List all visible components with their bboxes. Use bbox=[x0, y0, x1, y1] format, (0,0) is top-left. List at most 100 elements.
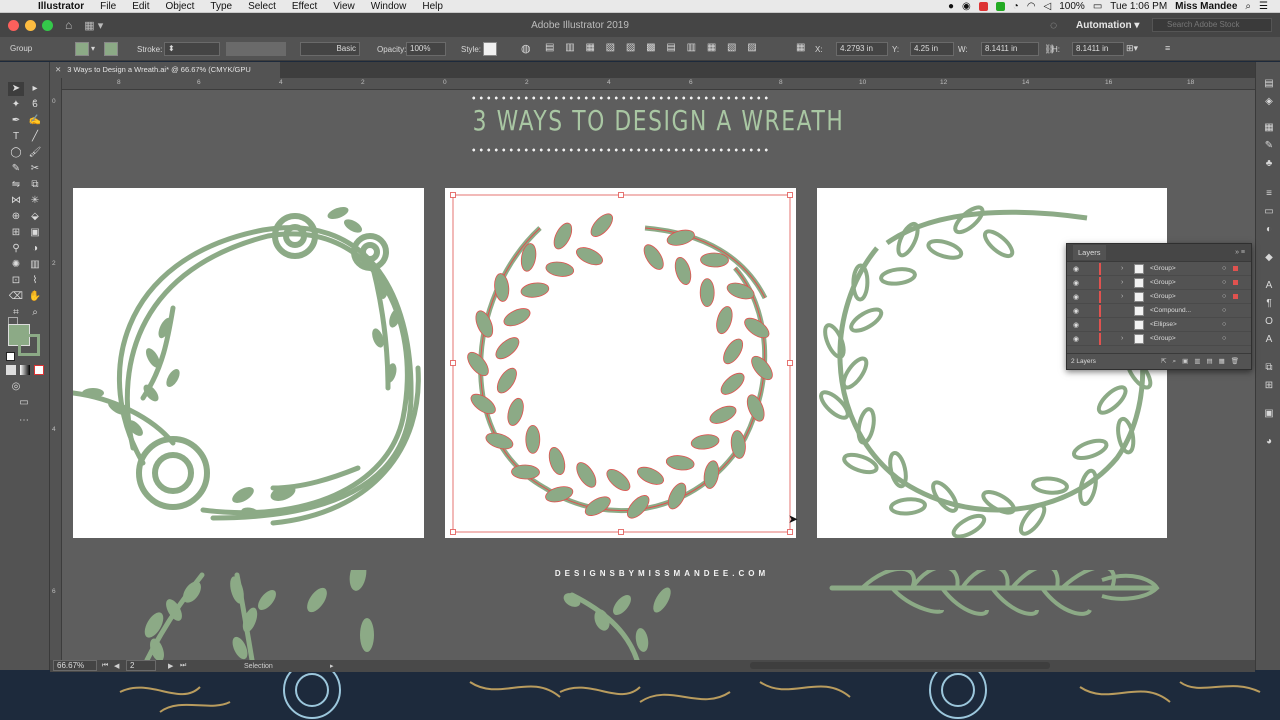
horizontal-scrollbar[interactable] bbox=[750, 662, 1050, 669]
next-artboard-icon[interactable]: ▶ bbox=[168, 662, 173, 670]
target-circle-icon[interactable]: ○ bbox=[1222, 293, 1226, 300]
artboard-1[interactable] bbox=[70, 188, 424, 538]
hand-tool-icon[interactable]: ✋ bbox=[27, 290, 43, 304]
workspace-switcher[interactable]: Automation ▾ bbox=[1076, 20, 1139, 31]
paintbrush-tool-icon[interactable]: 🖌 bbox=[27, 146, 43, 160]
opentype-panel-icon[interactable]: O bbox=[1261, 316, 1277, 330]
eyedropper-tool-icon[interactable]: ⚲ bbox=[8, 242, 24, 256]
menu-window[interactable]: Window bbox=[363, 1, 415, 12]
layer-row[interactable]: ◉ › <Group> ○ bbox=[1067, 276, 1251, 290]
appearance-panel-icon[interactable]: ◕ bbox=[1261, 436, 1277, 450]
layer-actions-icons[interactable]: ⇱⌕▣▥▤▦🗑 bbox=[1161, 357, 1245, 366]
layer-row[interactable]: ◉ › <Group> ○ bbox=[1067, 290, 1251, 304]
layer-name[interactable]: <Group> bbox=[1150, 279, 1176, 286]
color-mode-icon[interactable] bbox=[6, 365, 16, 375]
character-panel-icon[interactable]: A bbox=[1261, 280, 1277, 294]
brush-definition[interactable]: Basic bbox=[300, 42, 360, 56]
draw-normal-icon[interactable]: ◎ bbox=[8, 380, 24, 394]
user-name[interactable]: Miss Mandee bbox=[1175, 1, 1237, 12]
menu-type[interactable]: Type bbox=[202, 1, 240, 12]
ellipse-tool-icon[interactable]: ◯ bbox=[8, 146, 24, 160]
layer-name[interactable]: <Group> bbox=[1150, 335, 1176, 342]
stroke-color-box[interactable] bbox=[18, 334, 40, 356]
pathfinder-panel-icon[interactable]: ▣ bbox=[1261, 408, 1277, 422]
horizontal-ruler[interactable]: 8 6 4 2 0 2 4 6 8 10 12 14 16 18 bbox=[62, 78, 1255, 90]
align-panel-icon[interactable]: ⧉ bbox=[1261, 362, 1277, 376]
menu-list-icon[interactable]: ☰ bbox=[1259, 1, 1268, 12]
layer-row[interactable]: ◉ <Compound... ○ bbox=[1067, 304, 1251, 318]
symbols-panel-icon[interactable]: ♣ bbox=[1261, 158, 1277, 172]
pencil-tool-icon[interactable]: ✎ bbox=[8, 162, 24, 176]
lasso-tool-icon[interactable]: ϐ bbox=[27, 98, 43, 112]
zoom-tool-icon[interactable]: ⌕ bbox=[27, 306, 43, 320]
expand-chevron-icon[interactable]: › bbox=[1121, 335, 1123, 342]
height-input[interactable]: 8.1411 in bbox=[1072, 42, 1124, 56]
pen-tool-icon[interactable]: ✒ bbox=[8, 114, 24, 128]
recolor-artwork-icon[interactable]: ◍ bbox=[521, 42, 531, 55]
canvas[interactable]: 3 WAYS TO DESIGN A WREATH ➤ DESIGNSBYMIS… bbox=[62, 90, 1255, 660]
creative-cloud-icon[interactable]: ◉ bbox=[962, 1, 971, 12]
fill-dropdown-icon[interactable]: ▾ bbox=[91, 44, 95, 53]
opacity-input[interactable]: 100% bbox=[406, 42, 446, 56]
target-circle-icon[interactable]: ○ bbox=[1222, 335, 1226, 342]
visibility-eye-icon[interactable]: ◉ bbox=[1073, 335, 1079, 343]
selection-tool-icon[interactable]: ➤ bbox=[8, 82, 24, 96]
type-tool-icon[interactable]: T bbox=[8, 130, 24, 144]
align-icons[interactable]: ▤ ▥ ▦ ▧ ▨ ▩ ▤ ▥ ▦ ▧ ▨ bbox=[545, 42, 761, 53]
status-menu-icon[interactable]: ▸ bbox=[330, 662, 334, 670]
artboard-number-input[interactable]: 2 bbox=[126, 660, 156, 671]
target-circle-icon[interactable]: ○ bbox=[1222, 279, 1226, 286]
swatches-panel-icon[interactable]: ▦ bbox=[1261, 122, 1277, 136]
zoom-level-dropdown[interactable]: 66.67% bbox=[53, 660, 97, 671]
scissors-tool-icon[interactable]: ✂ bbox=[27, 162, 43, 176]
stroke-weight-input[interactable]: ⬍ bbox=[164, 42, 220, 56]
line-tool-icon[interactable]: ╱ bbox=[27, 130, 43, 144]
scale-tool-icon[interactable]: ⧉ bbox=[27, 178, 43, 192]
first-artboard-icon[interactable]: ⏮ bbox=[102, 662, 108, 670]
gradient-tool-icon[interactable]: ▣ bbox=[27, 226, 43, 240]
graphic-style-swatch[interactable] bbox=[483, 42, 497, 56]
menu-select[interactable]: Select bbox=[240, 1, 284, 12]
gradient-panel-icon[interactable]: ▭ bbox=[1261, 206, 1277, 220]
direct-selection-tool-icon[interactable]: ▸ bbox=[27, 82, 43, 96]
menu-effect[interactable]: Effect bbox=[284, 1, 325, 12]
app-red-icon[interactable] bbox=[978, 1, 988, 11]
puppet-warp-tool-icon[interactable]: ✳ bbox=[27, 194, 43, 208]
transform-options-icon[interactable]: ⊞▾ bbox=[1126, 43, 1138, 54]
target-circle-icon[interactable]: ○ bbox=[1222, 265, 1226, 272]
reflect-tool-icon[interactable]: ⇋ bbox=[8, 178, 24, 192]
document-tab[interactable]: ✕ 3 Ways to Design a Wreath.ai* @ 66.67% … bbox=[50, 62, 280, 90]
visibility-eye-icon[interactable]: ◉ bbox=[1073, 307, 1079, 315]
libraries-panel-icon[interactable]: ◈ bbox=[1261, 96, 1277, 110]
brushes-panel-icon[interactable]: ✎ bbox=[1261, 140, 1277, 154]
menu-file[interactable]: File bbox=[92, 1, 124, 12]
menu-app-name[interactable]: Illustrator bbox=[30, 1, 92, 12]
menu-object[interactable]: Object bbox=[157, 1, 202, 12]
record-icon[interactable]: ● bbox=[948, 1, 954, 12]
layers-panel-icon[interactable]: ◆ bbox=[1261, 252, 1277, 266]
artboard-2[interactable] bbox=[445, 188, 796, 538]
layer-row[interactable]: ◉ › <Group> ○ bbox=[1067, 262, 1251, 276]
layer-name[interactable]: <Group> bbox=[1150, 293, 1176, 300]
default-colors-icon[interactable] bbox=[6, 352, 15, 361]
gradient-mode-icon[interactable] bbox=[20, 365, 30, 375]
paragraph-panel-icon[interactable]: ¶ bbox=[1261, 298, 1277, 312]
mesh-tool-icon[interactable]: ⊞ bbox=[8, 226, 24, 240]
previous-artboard-icon[interactable]: ◀ bbox=[114, 662, 119, 670]
artboard-tool-icon[interactable]: ⊡ bbox=[8, 274, 24, 288]
expand-chevron-icon[interactable]: › bbox=[1121, 265, 1123, 272]
width-input[interactable]: 8.1411 in bbox=[981, 42, 1039, 56]
layer-row[interactable]: ◉ › <Group> ○ bbox=[1067, 332, 1251, 346]
x-input[interactable]: 4.2793 in bbox=[836, 42, 888, 56]
panel-collapse-icon[interactable]: » ≡ bbox=[1235, 249, 1245, 256]
layer-name[interactable]: <Group> bbox=[1150, 265, 1176, 272]
column-graph-tool-icon[interactable]: ▥ bbox=[27, 258, 43, 272]
menu-help[interactable]: Help bbox=[414, 1, 451, 12]
screen-mode-icon[interactable]: ▭ bbox=[16, 396, 32, 410]
layers-tab[interactable]: Layers bbox=[1073, 245, 1106, 260]
variable-width-profile[interactable] bbox=[226, 42, 286, 56]
wifi-icon[interactable]: ◠ bbox=[1027, 1, 1036, 12]
y-input[interactable]: 4.25 in bbox=[910, 42, 954, 56]
target-circle-icon[interactable]: ○ bbox=[1222, 321, 1226, 328]
live-paint-tool-icon[interactable]: ⬙ bbox=[27, 210, 43, 224]
